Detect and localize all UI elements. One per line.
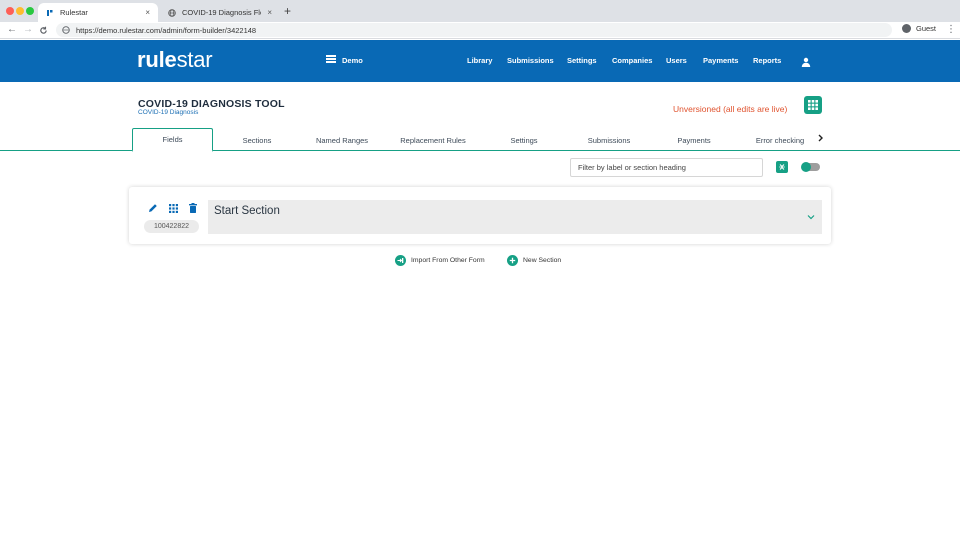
- grid-icon: [808, 100, 818, 110]
- maximize-window-button[interactable]: [26, 7, 34, 15]
- pencil-icon[interactable]: [148, 203, 158, 213]
- browser-tabstrip: Rulestar × COVID-19 Diagnosis Flowchar ×…: [0, 0, 960, 22]
- trash-icon[interactable]: [188, 203, 198, 213]
- section-title: Start Section: [214, 205, 280, 217]
- globe-icon: [168, 8, 176, 17]
- collapse-all-button[interactable]: [776, 161, 788, 173]
- browser-tab-rulestar[interactable]: Rulestar ×: [38, 3, 158, 22]
- forward-arrow-icon[interactable]: →: [23, 24, 33, 36]
- tab-payments[interactable]: Payments: [654, 128, 734, 152]
- back-arrow-icon[interactable]: ←: [7, 24, 17, 36]
- nav-reports[interactable]: Reports: [753, 56, 781, 65]
- tab-replacement-rules[interactable]: Replacement Rules: [388, 128, 478, 152]
- user-account-icon[interactable]: [801, 54, 811, 72]
- filter-input[interactable]: [570, 158, 763, 177]
- close-icon[interactable]: ×: [145, 8, 150, 17]
- nav-settings[interactable]: Settings: [567, 56, 597, 65]
- toggle-knob: [801, 162, 811, 172]
- tab-title: COVID-19 Diagnosis Flowchar: [182, 8, 261, 17]
- tabs-scroll-right-icon[interactable]: [818, 134, 824, 144]
- view-toggle[interactable]: [801, 162, 820, 172]
- browser-menu-icon[interactable]: ⋮: [946, 24, 956, 36]
- rulestar-favicon-icon: [46, 9, 54, 17]
- nav-submissions[interactable]: Submissions: [507, 56, 554, 65]
- browser-toolbar: ← → https://demo.rulestar.com/admin/form…: [0, 22, 960, 39]
- tab-error-checking[interactable]: Error checking: [740, 128, 820, 152]
- close-icon[interactable]: ×: [267, 8, 272, 17]
- version-status: Unversioned (all edits are live): [673, 104, 788, 114]
- collapse-icon: [779, 164, 785, 170]
- reload-icon[interactable]: [39, 24, 48, 39]
- new-tab-button[interactable]: +: [284, 5, 291, 17]
- tab-named-ranges[interactable]: Named Ranges: [302, 128, 382, 152]
- company-switcher[interactable]: Demo: [326, 55, 363, 65]
- import-from-other-form-button[interactable]: Import From Other Form: [395, 255, 485, 266]
- form-menu-button[interactable]: [804, 96, 822, 114]
- tab-settings[interactable]: Settings: [484, 128, 564, 152]
- section-id-badge: 100422822: [144, 220, 199, 233]
- url-text: https://demo.rulestar.com/admin/form-bui…: [76, 25, 257, 35]
- new-section-button[interactable]: New Section: [507, 255, 561, 266]
- app-header: rulestar Demo Library Submissions Settin…: [0, 40, 960, 82]
- import-icon: [395, 255, 406, 266]
- new-section-label: New Section: [523, 257, 562, 264]
- section-card: 100422822 Start Section: [129, 187, 831, 244]
- section-header[interactable]: Start Section: [208, 200, 822, 234]
- company-name: Demo: [342, 55, 363, 65]
- close-window-button[interactable]: [6, 7, 14, 15]
- nav-payments[interactable]: Payments: [703, 56, 738, 65]
- profile-label: Guest: [916, 24, 937, 33]
- nav-library[interactable]: Library: [467, 56, 492, 65]
- grid-icon[interactable]: [168, 203, 178, 213]
- tab-title: Rulestar: [60, 8, 88, 17]
- database-icon: [326, 55, 336, 65]
- chevron-down-icon[interactable]: [807, 207, 815, 225]
- logo-text-bold: rule: [137, 47, 177, 72]
- profile-avatar-icon: [902, 24, 911, 33]
- tab-fields[interactable]: Fields: [132, 128, 213, 152]
- logo-text-light: star: [176, 47, 213, 72]
- site-info-icon[interactable]: [62, 26, 70, 34]
- browser-tab-flowchart[interactable]: COVID-19 Diagnosis Flowchar ×: [160, 3, 280, 22]
- minimize-window-button[interactable]: [16, 7, 24, 15]
- form-subtitle[interactable]: COVID-19 Diagnosis: [138, 109, 198, 116]
- tab-sections[interactable]: Sections: [217, 128, 297, 152]
- profile-button[interactable]: Guest: [902, 24, 936, 33]
- import-label: Import From Other Form: [411, 257, 485, 264]
- rulestar-logo[interactable]: rulestar: [137, 47, 213, 73]
- address-bar[interactable]: https://demo.rulestar.com/admin/form-bui…: [56, 23, 892, 37]
- nav-users[interactable]: Users: [666, 56, 687, 65]
- nav-companies[interactable]: Companies: [612, 56, 652, 65]
- plus-icon: [507, 255, 518, 266]
- tab-submissions[interactable]: Submissions: [569, 128, 649, 152]
